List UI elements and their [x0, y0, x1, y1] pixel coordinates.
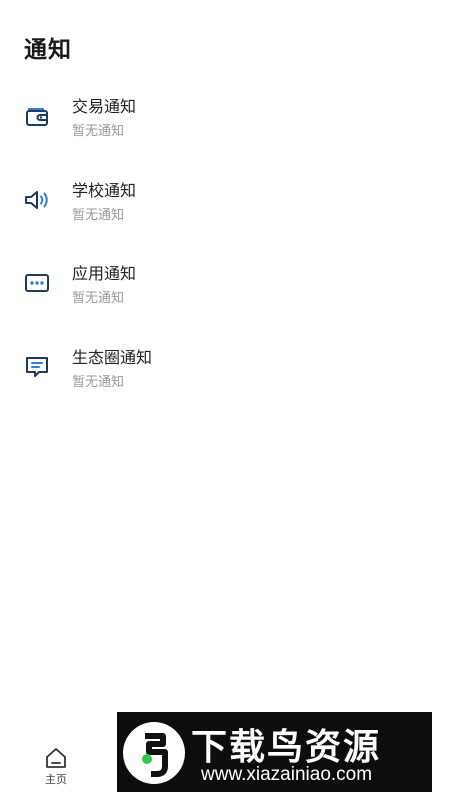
notice-status: 暂无通知: [72, 374, 125, 390]
tab-home-label: 主页: [45, 773, 67, 786]
watermark-logo: [123, 722, 185, 784]
notice-item-ecosystem[interactable]: 生态圈通知 暂无通知: [0, 335, 450, 419]
notice-status: 暂无通知: [72, 207, 125, 223]
watermark-banner: 下载鸟资源 www.xiazainiao.com: [117, 712, 432, 792]
notice-list: 交易通知 暂无通知 学校通知 暂无通知 应用通知 暂无通知 生态圈通知 暂无通知: [0, 84, 450, 418]
notice-name: 交易通知: [72, 97, 137, 116]
speaker-icon: [23, 186, 51, 214]
notice-name: 生态圈通知: [72, 347, 153, 367]
message-lines-icon: [23, 353, 51, 381]
chat-dots-icon: [23, 269, 51, 297]
notice-item-trade[interactable]: 交易通知 暂无通知: [0, 84, 450, 168]
notice-item-app[interactable]: 应用通知 暂无通知: [0, 251, 450, 335]
notice-status: 暂无通知: [72, 291, 125, 306]
watermark-url: www.xiazainiao.com: [201, 764, 373, 785]
notice-status: 暂无通知: [72, 124, 125, 139]
wallet-icon: [23, 102, 51, 130]
page-title: 通知: [24, 37, 72, 63]
notice-name: 学校通知: [72, 180, 137, 200]
notice-name: 应用通知: [72, 264, 137, 283]
watermark-title: 下载鸟资源: [191, 727, 382, 768]
notice-item-school[interactable]: 学校通知 暂无通知: [0, 168, 450, 252]
home-icon: [46, 748, 66, 768]
tab-home[interactable]: 主页: [21, 746, 91, 798]
